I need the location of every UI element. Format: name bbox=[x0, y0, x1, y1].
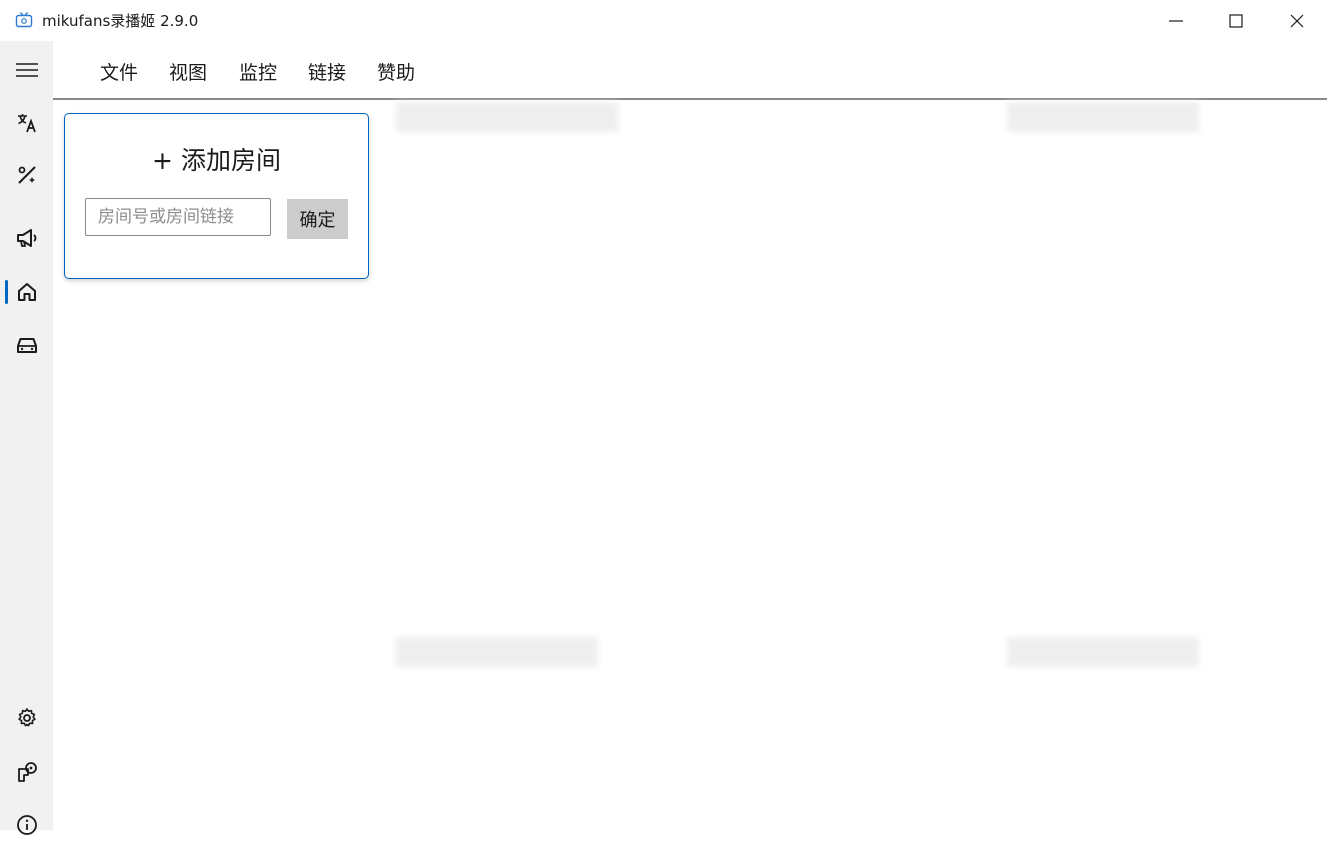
room-id-input[interactable] bbox=[85, 198, 271, 236]
navigation-rail bbox=[0, 41, 53, 835]
toolbox-icon bbox=[17, 166, 36, 184]
blurred-content bbox=[396, 102, 618, 132]
close-icon bbox=[1290, 14, 1304, 27]
rail-item-about[interactable] bbox=[0, 805, 53, 845]
menu-links[interactable]: 链接 bbox=[308, 58, 346, 85]
menu-bar: 文件 视图 监控 链接 赞助 bbox=[53, 41, 1327, 100]
rail-item-car[interactable] bbox=[0, 325, 53, 365]
confirm-button[interactable]: 确定 bbox=[287, 199, 348, 239]
active-indicator bbox=[5, 280, 8, 304]
close-button[interactable] bbox=[1267, 0, 1327, 41]
title-bar: mikufans录播姬 2.9.0 bbox=[0, 0, 1327, 41]
menu-file[interactable]: 文件 bbox=[100, 58, 138, 85]
blurred-content bbox=[1007, 637, 1199, 667]
feedback-icon bbox=[17, 762, 37, 782]
menu-sponsor[interactable]: 赞助 bbox=[377, 58, 415, 85]
info-icon bbox=[16, 815, 37, 835]
rail-item-toolbox[interactable] bbox=[0, 155, 53, 195]
hamburger-menu-button[interactable] bbox=[0, 50, 53, 90]
add-room-card: + 添加房间 确定 bbox=[64, 113, 369, 279]
maximize-icon bbox=[1229, 13, 1243, 28]
add-room-title: + 添加房间 bbox=[152, 146, 281, 175]
blurred-content bbox=[1007, 102, 1199, 132]
rail-item-announcements[interactable] bbox=[0, 218, 53, 258]
rail-item-translate[interactable] bbox=[0, 103, 53, 143]
translate-icon bbox=[17, 114, 36, 133]
rail-item-feedback[interactable] bbox=[0, 752, 53, 792]
settings-icon bbox=[17, 708, 36, 727]
tv-icon bbox=[15, 12, 33, 28]
maximize-button[interactable] bbox=[1206, 0, 1266, 41]
minimize-icon bbox=[1169, 19, 1183, 22]
menu-view[interactable]: 视图 bbox=[169, 58, 207, 85]
car-icon bbox=[16, 338, 37, 353]
menu-monitor[interactable]: 监控 bbox=[239, 58, 277, 85]
blurred-content bbox=[396, 637, 598, 667]
announcement-icon bbox=[16, 229, 36, 247]
minimize-button[interactable] bbox=[1146, 0, 1206, 41]
rail-item-home[interactable] bbox=[0, 272, 53, 312]
window-title: mikufans录播姬 2.9.0 bbox=[42, 12, 199, 30]
rail-item-settings[interactable] bbox=[0, 698, 53, 738]
hamburger-menu-icon bbox=[15, 63, 38, 77]
home-icon bbox=[17, 283, 36, 301]
